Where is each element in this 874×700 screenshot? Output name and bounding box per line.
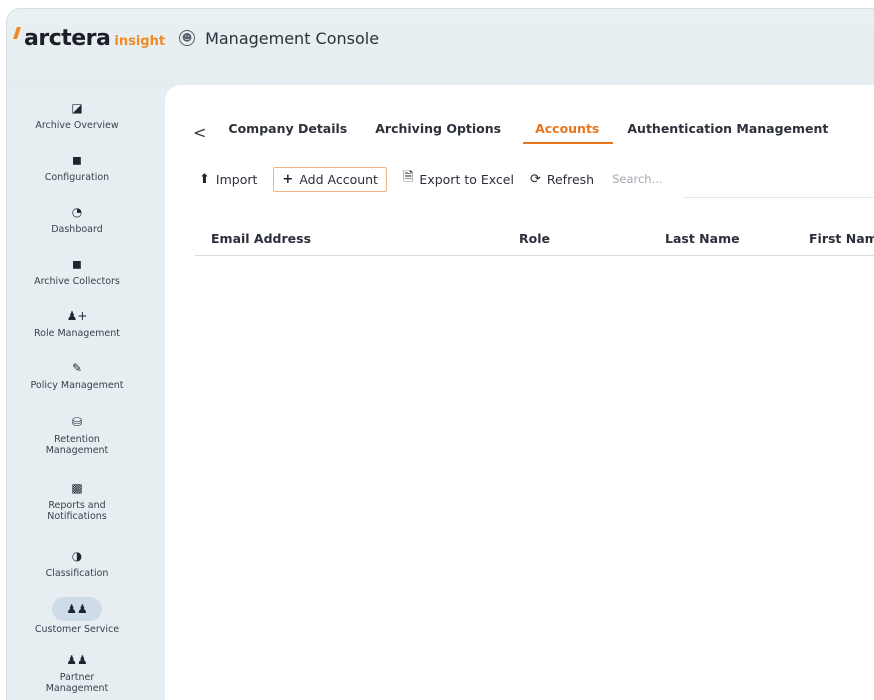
column-header-first-name[interactable]: First Name (809, 231, 874, 246)
brand: arctera insight ☻ Management Console (13, 23, 380, 53)
add-account-label: Add Account (299, 171, 378, 187)
sidebar-item-classification[interactable]: ◑ Classification (7, 549, 147, 579)
sidebar-item-label: Partner Management (45, 672, 109, 694)
console-title: Management Console (205, 28, 380, 48)
sidebar-item-archive-collectors[interactable]: ◼ Archive Collectors (7, 257, 147, 287)
sidebar-item-label: Configuration (44, 172, 110, 183)
column-header-last-name[interactable]: Last Name (665, 231, 740, 246)
column-header-email[interactable]: Email Address (211, 231, 311, 246)
refresh-icon: ⟳ (529, 171, 541, 187)
search-underline (683, 197, 874, 198)
sidebar-item-dashboard[interactable]: ◔ Dashboard (7, 205, 147, 235)
top-bar: arctera insight ☻ Management Console (7, 9, 874, 89)
logo-word: arctera (24, 25, 111, 51)
sidebar-item-label: Policy Management (30, 380, 124, 391)
logo-sub: insight (114, 33, 166, 49)
sidebar-item-label: Classification (45, 568, 109, 579)
column-header-role[interactable]: Role (519, 231, 550, 246)
export-to-excel-button[interactable]: 🗎 Export to Excel (403, 168, 514, 190)
sidebar-item-retention-management[interactable]: ⛁ Retention Management (7, 415, 147, 456)
person-circle-icon: ☻ (179, 30, 196, 46)
sidebar-item-partner-management[interactable]: ♟♟ Partner Management (7, 653, 147, 694)
gauge-icon: ◔ (71, 205, 83, 219)
edit-icon: ✎ (71, 361, 83, 375)
sidebar: ◪ Archive Overview ◼ Configuration ◔ Das… (7, 89, 165, 700)
logo[interactable]: arctera insight (13, 25, 166, 51)
sidebar-item-label: Retention Management (45, 434, 109, 456)
sidebar-item-label: Role Management (33, 328, 121, 339)
sidebar-item-label: Customer Service (34, 624, 120, 635)
export-label: Export to Excel (419, 171, 514, 187)
pie-chart-icon: ◑ (71, 549, 83, 563)
tab-company-details[interactable]: Company Details (228, 121, 347, 143)
sidebar-item-label: Dashboard (51, 224, 103, 235)
main-content: < Company Details Archiving Options Acco… (165, 85, 874, 700)
table-header: Email Address Role Last Name First Name (195, 225, 874, 256)
app-window: arctera insight ☻ Management Console ◪ A… (6, 8, 874, 700)
user-plus-icon: ♟+ (66, 309, 88, 323)
users-icon: ♟♟ (66, 653, 88, 667)
back-chevron-icon[interactable]: < (193, 123, 206, 142)
tab-accounts[interactable]: Accounts (523, 121, 614, 144)
sidebar-item-label: Reports and Notifications (47, 500, 107, 522)
tab-bar: < Company Details Archiving Options Acco… (193, 121, 856, 144)
sidebar-item-customer-service[interactable]: ♟♟ Customer Service (7, 597, 147, 635)
sidebar-item-reports-and-notifications[interactable]: ▩ Reports and Notifications (7, 481, 147, 522)
sidebar-item-archive-overview[interactable]: ◪ Archive Overview (7, 101, 147, 131)
import-label: Import (215, 171, 258, 187)
sidebar-item-configuration[interactable]: ◼ Configuration (7, 153, 147, 183)
archive-box-icon: ◼ (72, 153, 82, 167)
import-button[interactable]: ⬆ Import (199, 172, 257, 187)
refresh-label: Refresh (546, 171, 595, 187)
bar-chart-icon: ▩ (71, 481, 83, 495)
upload-icon: ⬆ (199, 171, 210, 187)
search-input[interactable] (610, 171, 815, 187)
sidebar-item-role-management[interactable]: ♟+ Role Management (7, 309, 147, 339)
sidebar-item-policy-management[interactable]: ✎ Policy Management (7, 361, 147, 391)
toolbar: ⬆ Import + Add Account 🗎 Export to Excel… (199, 163, 874, 195)
logo-mark-icon (13, 26, 21, 39)
archive-box-icon: ◼ (72, 257, 82, 271)
database-icon: ⛁ (71, 415, 83, 429)
add-account-button[interactable]: + Add Account (273, 166, 387, 192)
plus-icon: + (282, 171, 294, 187)
tab-authentication-management[interactable]: Authentication Management (627, 121, 828, 143)
users-icon: ♟♟ (52, 597, 102, 621)
tab-archiving-options[interactable]: Archiving Options (375, 121, 501, 143)
sidebar-item-label: Archive Overview (35, 120, 119, 131)
refresh-button[interactable]: ⟳ Refresh (530, 172, 594, 187)
binoculars-icon: ◪ (71, 101, 83, 115)
excel-file-icon: 🗎 (402, 170, 414, 185)
sidebar-item-label: Archive Collectors (34, 276, 120, 287)
